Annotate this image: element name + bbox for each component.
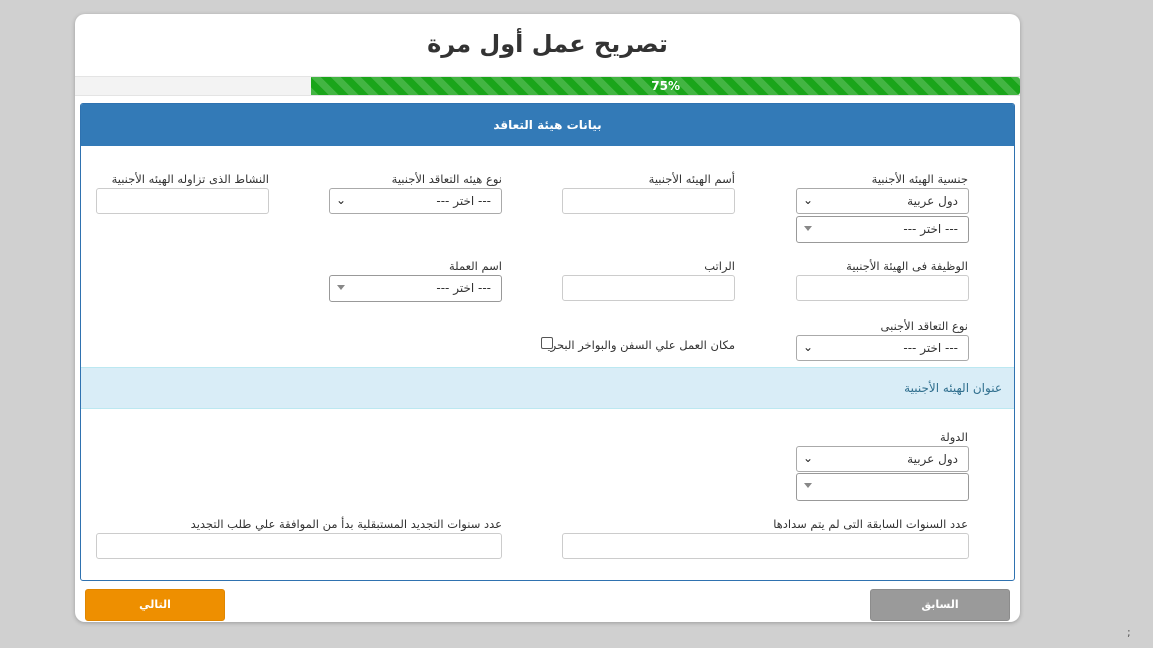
previous-button[interactable]: السابق — [870, 589, 1010, 621]
progress-bar: 75% — [75, 76, 1020, 96]
nationality-label: جنسية الهيئه الأجنبية — [871, 172, 968, 186]
dropdown-arrow-icon — [804, 483, 812, 488]
contract-entity-panel: بيانات هيئة التعاقد جنسية الهيئه الأجنبي… — [80, 103, 1015, 581]
dropdown-arrow-icon — [804, 226, 812, 231]
entity-name-label: أسم الهيئه الأجنبية — [648, 172, 735, 186]
previous-years-label: عدد السنوات السابقة التى لم يتم سدادها — [773, 517, 968, 531]
previous-years-input[interactable] — [562, 533, 969, 559]
address-country-select[interactable] — [796, 473, 969, 501]
chevron-down-icon: ⌄ — [336, 193, 347, 207]
entity-name-input[interactable] — [562, 188, 735, 214]
contract-type-label: نوع التعاقد الأجنبى — [880, 319, 968, 333]
progress-label: 75% — [651, 79, 680, 93]
entity-type-label: نوع هيئه التعاقد الأجنبية — [391, 172, 502, 186]
currency-label: اسم العملة — [448, 259, 502, 273]
salary-label: الراتب — [704, 259, 735, 273]
currency-select-value: --- اختر --- — [436, 281, 491, 295]
future-years-input[interactable] — [96, 533, 502, 559]
activity-input[interactable] — [96, 188, 269, 214]
activity-label: النشاط الذى تزاوله الهيئه الأجنبية — [111, 172, 269, 186]
country-select-value: دول عربية — [907, 452, 958, 466]
nationality-country-select-value: --- اختر --- — [903, 222, 958, 236]
nationality-select[interactable]: دول عربية ⌄ — [796, 188, 969, 214]
contract-type-select[interactable]: --- اختر --- ⌄ — [796, 335, 969, 361]
next-button[interactable]: التالي — [85, 589, 225, 621]
page-title: تصريح عمل أول مرة — [427, 30, 668, 58]
future-years-label: عدد سنوات التجديد المستبقلية بدأ من المو… — [190, 517, 502, 531]
salary-input[interactable] — [562, 275, 735, 301]
entity-type-select[interactable]: --- اختر --- ⌄ — [329, 188, 502, 214]
corner-mark: ; — [1127, 626, 1131, 639]
ship-work-checkbox[interactable] — [541, 337, 553, 349]
address-heading: عنوان الهيئه الأجنبية — [81, 367, 1014, 409]
ship-work-label: مكان العمل علي السفن والبواخر البحرية — [541, 338, 735, 352]
entity-type-select-value: --- اختر --- — [436, 194, 491, 208]
job-label: الوظيفة فى الهيئة الأجنبية — [846, 259, 968, 273]
currency-select[interactable]: --- اختر --- — [329, 275, 502, 302]
nationality-country-select[interactable]: --- اختر --- — [796, 216, 969, 243]
chevron-down-icon: ⌄ — [803, 340, 814, 354]
form-card: تصريح عمل أول مرة 75% بيانات هيئة التعاق… — [75, 14, 1020, 622]
dropdown-arrow-icon — [337, 285, 345, 290]
country-label: الدولة — [940, 430, 968, 444]
panel-heading: بيانات هيئة التعاقد — [81, 104, 1014, 146]
chevron-down-icon: ⌄ — [803, 451, 814, 465]
job-input[interactable] — [796, 275, 969, 301]
chevron-down-icon: ⌄ — [803, 193, 814, 207]
contract-type-select-value: --- اختر --- — [903, 341, 958, 355]
nationality-select-value: دول عربية — [907, 194, 958, 208]
country-select[interactable]: دول عربية ⌄ — [796, 446, 969, 472]
